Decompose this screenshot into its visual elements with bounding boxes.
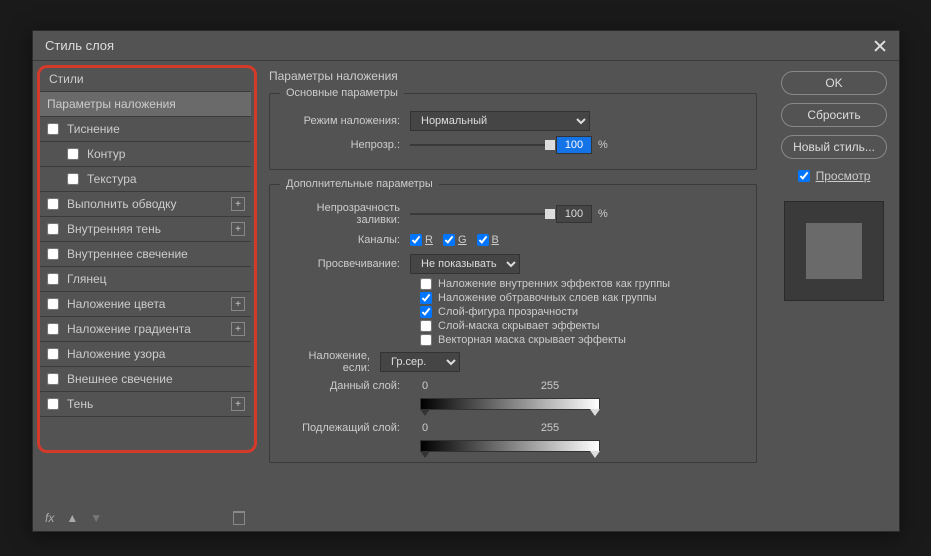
effect-checkbox[interactable] xyxy=(67,173,79,185)
ok-button[interactable]: OK xyxy=(781,71,887,95)
effect-checkbox[interactable] xyxy=(47,298,59,310)
sidebar-item-label: Внутреннее свечение xyxy=(67,247,245,261)
opt-vector-mask-hides[interactable]: Векторная маска скрывает эффекты xyxy=(420,334,746,346)
reset-button[interactable]: Сбросить xyxy=(781,103,887,127)
effect-checkbox[interactable] xyxy=(47,273,59,285)
opt-blend-interior[interactable]: Наложение внутренних эффектов как группы xyxy=(420,278,746,290)
add-effect-icon[interactable]: + xyxy=(231,222,245,236)
arrow-down-icon[interactable]: ▼ xyxy=(90,511,102,525)
opt-layer-mask-hides[interactable]: Слой-маска скрывает эффекты xyxy=(420,320,746,332)
effect-checkbox[interactable] xyxy=(47,223,59,235)
sidebar-item-label: Внешнее свечение xyxy=(67,372,245,386)
effect-checkbox[interactable] xyxy=(47,123,59,135)
sidebar-item-effect[interactable]: Наложение градиента+ xyxy=(39,317,251,342)
opacity-slider[interactable] xyxy=(410,144,550,146)
sidebar-item-effect[interactable]: Наложение узора xyxy=(39,342,251,367)
sidebar-item-effect[interactable]: Выполнить обводку+ xyxy=(39,192,251,217)
opt-blend-clipped[interactable]: Наложение обтравочных слоев как группы xyxy=(420,292,746,304)
sidebar-item-effect[interactable]: Контур xyxy=(39,142,251,167)
blend-mode-label: Режим наложения: xyxy=(280,115,410,127)
sidebar-item-effect[interactable]: Тень+ xyxy=(39,392,251,417)
dialog-title: Стиль слоя xyxy=(45,38,114,53)
preview-swatch xyxy=(806,223,862,279)
sidebar-item-label: Наложение цвета xyxy=(67,297,231,311)
layer-style-dialog: Стиль слоя Стили Параметры наложения Тис… xyxy=(32,30,900,532)
styles-header[interactable]: Стили xyxy=(39,67,251,92)
sidebar-item-label: Наложение градиента xyxy=(67,322,231,336)
blend-if-section: Наложение, если: Гр.сер. Данный слой: 0 … xyxy=(280,350,746,452)
effect-checkbox[interactable] xyxy=(47,198,59,210)
sidebar-item-blending-options[interactable]: Параметры наложения xyxy=(39,92,251,117)
effect-checkbox[interactable] xyxy=(47,398,59,410)
channel-g-checkbox[interactable]: G xyxy=(443,234,467,246)
new-style-button[interactable]: Новый стиль... xyxy=(781,135,887,159)
right-panel: OK Сбросить Новый стиль... Просмотр xyxy=(769,61,899,531)
sidebar-item-label: Глянец xyxy=(67,272,245,286)
section-title: Параметры наложения xyxy=(269,69,757,83)
blend-if-label: Наложение, если: xyxy=(280,350,380,374)
fx-icon[interactable]: fx xyxy=(45,511,54,525)
add-effect-icon[interactable]: + xyxy=(231,197,245,211)
sidebar-item-label: Текстура xyxy=(87,172,245,186)
opt-transparency-shapes[interactable]: Слой-фигура прозрачности xyxy=(420,306,746,318)
effect-checkbox[interactable] xyxy=(47,248,59,260)
main-panel: Параметры наложения Основные параметры Р… xyxy=(257,61,769,531)
preview-thumbnail xyxy=(784,201,884,301)
sidebar-item-effect[interactable]: Наложение цвета+ xyxy=(39,292,251,317)
this-layer-v0: 0 xyxy=(410,380,440,392)
sidebar-item-label: Тень xyxy=(67,397,231,411)
opacity-input[interactable] xyxy=(556,136,592,154)
sidebar: Стили Параметры наложения Тиснение Контур… xyxy=(33,61,257,531)
opacity-label: Непрозр.: xyxy=(280,139,410,151)
sidebar-item-label: Наложение узора xyxy=(67,347,245,361)
trash-icon[interactable] xyxy=(233,511,245,525)
general-blending-group: Основные параметры Режим наложения: Норм… xyxy=(269,87,757,170)
arrow-up-icon[interactable]: ▲ xyxy=(66,511,78,525)
add-effect-icon[interactable]: + xyxy=(231,297,245,311)
close-icon[interactable] xyxy=(873,39,887,53)
opacity-unit: % xyxy=(598,139,608,151)
effect-checkbox[interactable] xyxy=(47,323,59,335)
effect-checkbox[interactable] xyxy=(47,373,59,385)
add-effect-icon[interactable]: + xyxy=(231,397,245,411)
under-layer-label: Подлежащий слой: xyxy=(280,422,410,434)
sidebar-item-effect[interactable]: Внутреннее свечение xyxy=(39,242,251,267)
general-legend: Основные параметры xyxy=(280,87,404,99)
this-layer-gradient[interactable] xyxy=(420,398,600,410)
sidebar-item-label: Тиснение xyxy=(67,122,245,136)
this-layer-v1: 255 xyxy=(535,380,565,392)
sidebar-item-effect[interactable]: Текстура xyxy=(39,167,251,192)
knockout-select[interactable]: Не показывать xyxy=(410,254,520,274)
this-layer-label: Данный слой: xyxy=(280,380,410,392)
fill-opacity-unit: % xyxy=(598,208,608,220)
blend-if-select[interactable]: Гр.сер. xyxy=(380,352,460,372)
sidebar-item-label: Контур xyxy=(87,147,245,161)
channel-b-checkbox[interactable]: B xyxy=(477,234,499,246)
under-layer-v0: 0 xyxy=(410,422,440,434)
sidebar-footer: fx ▲ ▼ xyxy=(45,511,245,525)
sidebar-item-label: Внутренняя тень xyxy=(67,222,231,236)
sidebar-item-label: Выполнить обводку xyxy=(67,197,231,211)
sidebar-item-effect[interactable]: Глянец xyxy=(39,267,251,292)
knockout-label: Просвечивание: xyxy=(280,258,410,270)
sidebar-item-effect[interactable]: Внешнее свечение xyxy=(39,367,251,392)
channels-label: Каналы: xyxy=(280,234,410,246)
fill-opacity-input[interactable] xyxy=(556,205,592,223)
advanced-blending-group: Дополнительные параметры Непрозрачность … xyxy=(269,178,757,463)
add-effect-icon[interactable]: + xyxy=(231,322,245,336)
blend-mode-select[interactable]: Нормальный xyxy=(410,111,590,131)
effect-checkbox[interactable] xyxy=(47,348,59,360)
sidebar-item-effect[interactable]: Внутренняя тень+ xyxy=(39,217,251,242)
under-layer-v1: 255 xyxy=(535,422,565,434)
effect-checkbox[interactable] xyxy=(67,148,79,160)
sidebar-item-label: Параметры наложения xyxy=(47,97,245,111)
preview-checkbox[interactable]: Просмотр xyxy=(781,169,887,183)
fill-opacity-label: Непрозрачность заливки: xyxy=(280,202,410,226)
channel-r-checkbox[interactable]: R xyxy=(410,234,433,246)
fill-opacity-slider[interactable] xyxy=(410,213,550,215)
sidebar-item-effect[interactable]: Тиснение xyxy=(39,117,251,142)
titlebar: Стиль слоя xyxy=(33,31,899,61)
advanced-legend: Дополнительные параметры xyxy=(280,178,439,190)
under-layer-gradient[interactable] xyxy=(420,440,600,452)
